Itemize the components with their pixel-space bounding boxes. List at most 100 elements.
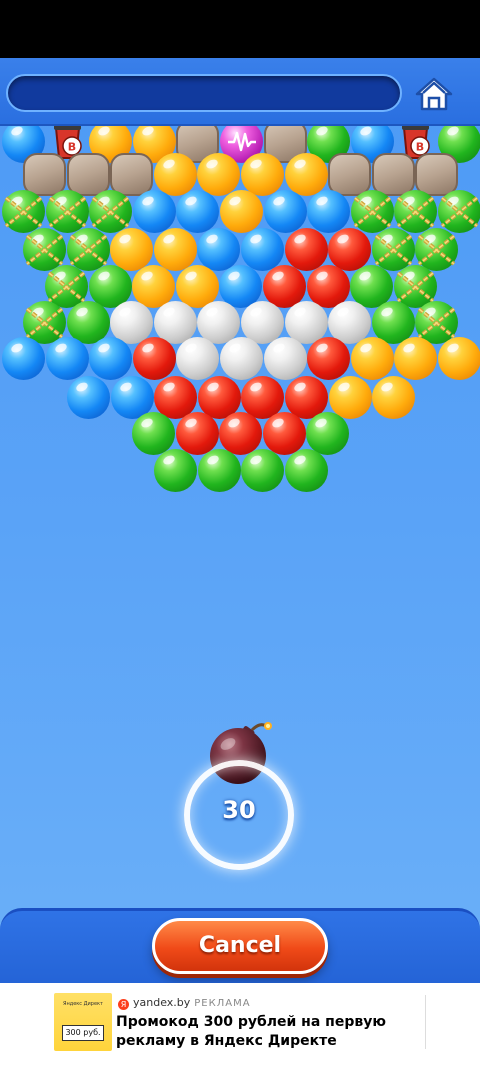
yandex-logo-icon: Я: [118, 999, 129, 1010]
orange-bubble: [394, 337, 438, 380]
bubble-highlight: [314, 269, 329, 283]
home-button[interactable]: [414, 76, 454, 112]
red-bubble: [262, 412, 306, 455]
green-bubble: [154, 449, 197, 492]
bubble-highlight: [227, 341, 243, 355]
red-bubble: [307, 337, 351, 380]
bubble-highlight: [9, 341, 25, 355]
orange-bubble: [438, 337, 480, 380]
green-bubble: [132, 412, 175, 455]
bubble-highlight: [140, 194, 155, 208]
red-bubble: [132, 337, 176, 380]
ad-source-domain[interactable]: yandex.by: [133, 996, 190, 1009]
blue-bubble: [132, 190, 176, 233]
red-bubble: [328, 228, 372, 271]
blue-bubble: [307, 190, 351, 233]
blue-bubble: [241, 228, 284, 271]
silver-bubble: [263, 337, 307, 380]
green-chained-bubble: [438, 190, 480, 233]
bubble-highlight: [96, 269, 111, 283]
green-chained-bubble: [394, 190, 438, 233]
bubble-highlight: [140, 269, 155, 283]
bubble-highlight: [118, 305, 133, 319]
bubble-highlight: [118, 380, 133, 394]
status-bar: [0, 0, 480, 58]
bubble-highlight: [205, 305, 220, 319]
ad-source: Яyandex.by РЕКЛАМА: [118, 996, 251, 1010]
blue-bubble: [263, 190, 307, 233]
bubble-highlight: [205, 380, 220, 394]
green-bubble: [197, 449, 241, 492]
bubble-highlight: [336, 305, 351, 319]
bubble-highlight: [183, 416, 198, 430]
bubble-highlight: [271, 341, 286, 355]
bubble-highlight: [270, 269, 286, 283]
bubble-highlight: [358, 269, 373, 283]
bubble-highlight: [227, 416, 242, 430]
bubble-highlight: [380, 380, 395, 394]
bubble-highlight: [161, 232, 176, 246]
green-bubble: [284, 449, 328, 492]
bubble-highlight: [271, 194, 286, 208]
bubble-highlight: [292, 305, 307, 319]
bubble-highlight: [379, 305, 394, 319]
orange-bubble: [197, 153, 241, 196]
bubble-highlight: [74, 305, 89, 319]
bubble-highlight: [184, 341, 199, 355]
bubble-highlight: [358, 124, 373, 138]
blue-bubble: [89, 337, 133, 380]
silver-bubble: [220, 337, 263, 380]
bubble-highlight: [336, 380, 351, 394]
orange-bubble: [220, 190, 263, 233]
bubble-highlight: [248, 305, 264, 319]
bubble-highlight: [315, 194, 330, 208]
orange-bubble: [153, 153, 197, 196]
orange-bubble: [350, 337, 394, 380]
bubble-highlight: [139, 416, 155, 430]
green-chained-bubble: [45, 190, 89, 233]
bubble-highlight: [161, 305, 176, 319]
bubble-highlight: [314, 416, 329, 430]
bubble-highlight: [183, 269, 198, 283]
chain-icon: [397, 196, 435, 228]
top-bar: [0, 58, 480, 126]
orange-bubble: [153, 228, 197, 271]
bubble-highlight: [9, 124, 25, 138]
bubble-board: BB: [0, 58, 480, 538]
chain-icon: [440, 196, 479, 228]
bubble-highlight: [336, 232, 351, 246]
bottle-badge-letter: B: [416, 141, 424, 154]
bubble-highlight: [249, 453, 264, 467]
game-area[interactable]: BB 30 Cancel: [0, 58, 480, 983]
chain-icon: [4, 196, 43, 228]
bubble-highlight: [162, 380, 177, 394]
ad-banner[interactable]: Яндекс Директ 300 руб. Яyandex.by РЕКЛАМА…: [0, 983, 480, 1065]
cancel-button[interactable]: Cancel: [152, 918, 328, 974]
bubble-highlight: [205, 453, 220, 467]
orange-bubble: [372, 376, 416, 419]
green-chained-bubble: [89, 190, 133, 233]
blue-bubble: [2, 337, 45, 380]
bubble-highlight: [445, 124, 461, 138]
chain-icon: [91, 196, 130, 228]
blue-bubble: [67, 376, 110, 419]
orange-bubble: [110, 228, 154, 271]
bubble-highlight: [249, 380, 264, 394]
bubble-highlight: [97, 341, 112, 355]
chain-icon: [48, 196, 86, 228]
bubble-highlight: [53, 341, 68, 355]
green-chained-bubble: [2, 190, 45, 233]
red-bubble: [219, 412, 263, 455]
bubble-highlight: [161, 157, 176, 171]
bubble-highlight: [358, 341, 373, 355]
bubble-highlight: [292, 157, 307, 171]
red-bubble: [284, 228, 328, 271]
home-icon: [415, 77, 453, 111]
red-bubble: [175, 412, 219, 455]
bubble-highlight: [227, 194, 243, 208]
bubble-highlight: [97, 124, 112, 138]
ad-thumb-price: 300 руб.: [62, 1025, 104, 1041]
ad-thumbnail[interactable]: Яндекс Директ 300 руб.: [54, 993, 112, 1051]
bubble-highlight: [248, 157, 264, 171]
ad-title[interactable]: Промокод 300 рублей на первую рекламу в …: [116, 1013, 416, 1051]
